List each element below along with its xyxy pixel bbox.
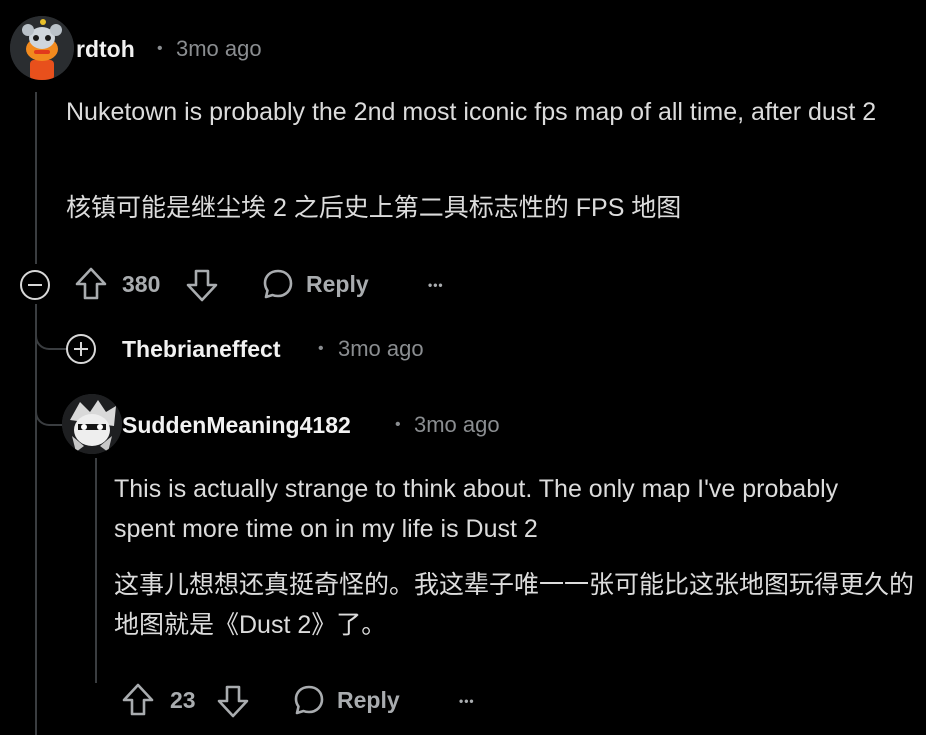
reply-bubble-icon — [263, 269, 293, 299]
comment-username[interactable]: rdtoh — [76, 36, 135, 63]
upvote-icon — [75, 267, 107, 300]
collapse-thread-button[interactable] — [20, 270, 50, 300]
avatar[interactable] — [10, 16, 74, 80]
downvote-button[interactable] — [185, 267, 219, 303]
meta-separator: • — [157, 40, 163, 57]
snoo-avatar-icon — [10, 16, 74, 80]
comment-body-chinese: 这事儿想想还真挺奇怪的。我这辈子唯一一张可能比这张地图玩得更久的地图就是《Dus… — [114, 571, 915, 639]
avatar[interactable] — [62, 394, 122, 454]
reply-button[interactable]: Reply — [293, 684, 400, 716]
expand-thread-button[interactable] — [66, 334, 96, 364]
comment-username[interactable]: SuddenMeaning4182 — [122, 412, 351, 439]
upvote-button[interactable] — [121, 682, 155, 718]
thread-line-nested — [95, 458, 97, 683]
reply-button[interactable]: Reply — [262, 268, 369, 300]
downvote-icon — [186, 269, 218, 302]
downvote-icon — [217, 685, 249, 718]
upvote-icon — [122, 683, 154, 716]
more-options-button[interactable]: ••• — [428, 278, 444, 292]
comment-body-chinese: 核镇可能是继尘埃 2 之后史上第二具标志性的 FPS 地图 — [66, 194, 682, 222]
thread-elbow-1 — [35, 304, 67, 350]
comment-body-english: This is actually strange to think about.… — [114, 475, 839, 543]
vote-count: 380 — [122, 271, 161, 297]
comment-timestamp[interactable]: 3mo ago — [338, 336, 424, 362]
vote-count: 23 — [170, 687, 196, 713]
reply-label: Reply — [337, 686, 400, 713]
comment-username[interactable]: Thebrianeffect — [122, 336, 280, 363]
meta-separator: • — [395, 416, 401, 433]
upvote-button[interactable] — [74, 266, 108, 302]
comment-body-english: Nuketown is probably the 2nd most iconic… — [66, 98, 877, 126]
thread-line-main-lower — [35, 304, 37, 735]
reply-bubble-icon — [294, 685, 324, 715]
comment-timestamp[interactable]: 3mo ago — [176, 36, 262, 62]
thread-line-main — [35, 92, 37, 264]
more-options-button[interactable]: ••• — [459, 694, 475, 708]
anime-avatar-icon — [62, 394, 122, 454]
meta-separator: • — [318, 340, 324, 357]
comment-timestamp[interactable]: 3mo ago — [414, 412, 500, 438]
reply-label: Reply — [306, 270, 369, 297]
downvote-button[interactable] — [216, 683, 250, 719]
